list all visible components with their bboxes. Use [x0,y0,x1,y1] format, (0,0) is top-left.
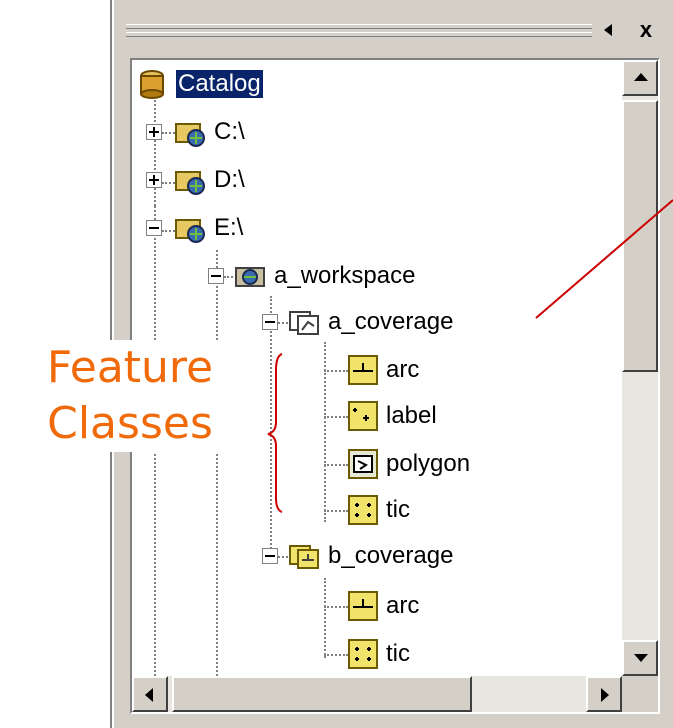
annotation-line-2: Classes [0,396,260,452]
annotation-brace [267,353,283,513]
feature-classes-annotation: Feature Classes [0,340,260,452]
annotation-pointer-line [535,199,673,319]
annotation-line-1: Feature [0,340,260,396]
